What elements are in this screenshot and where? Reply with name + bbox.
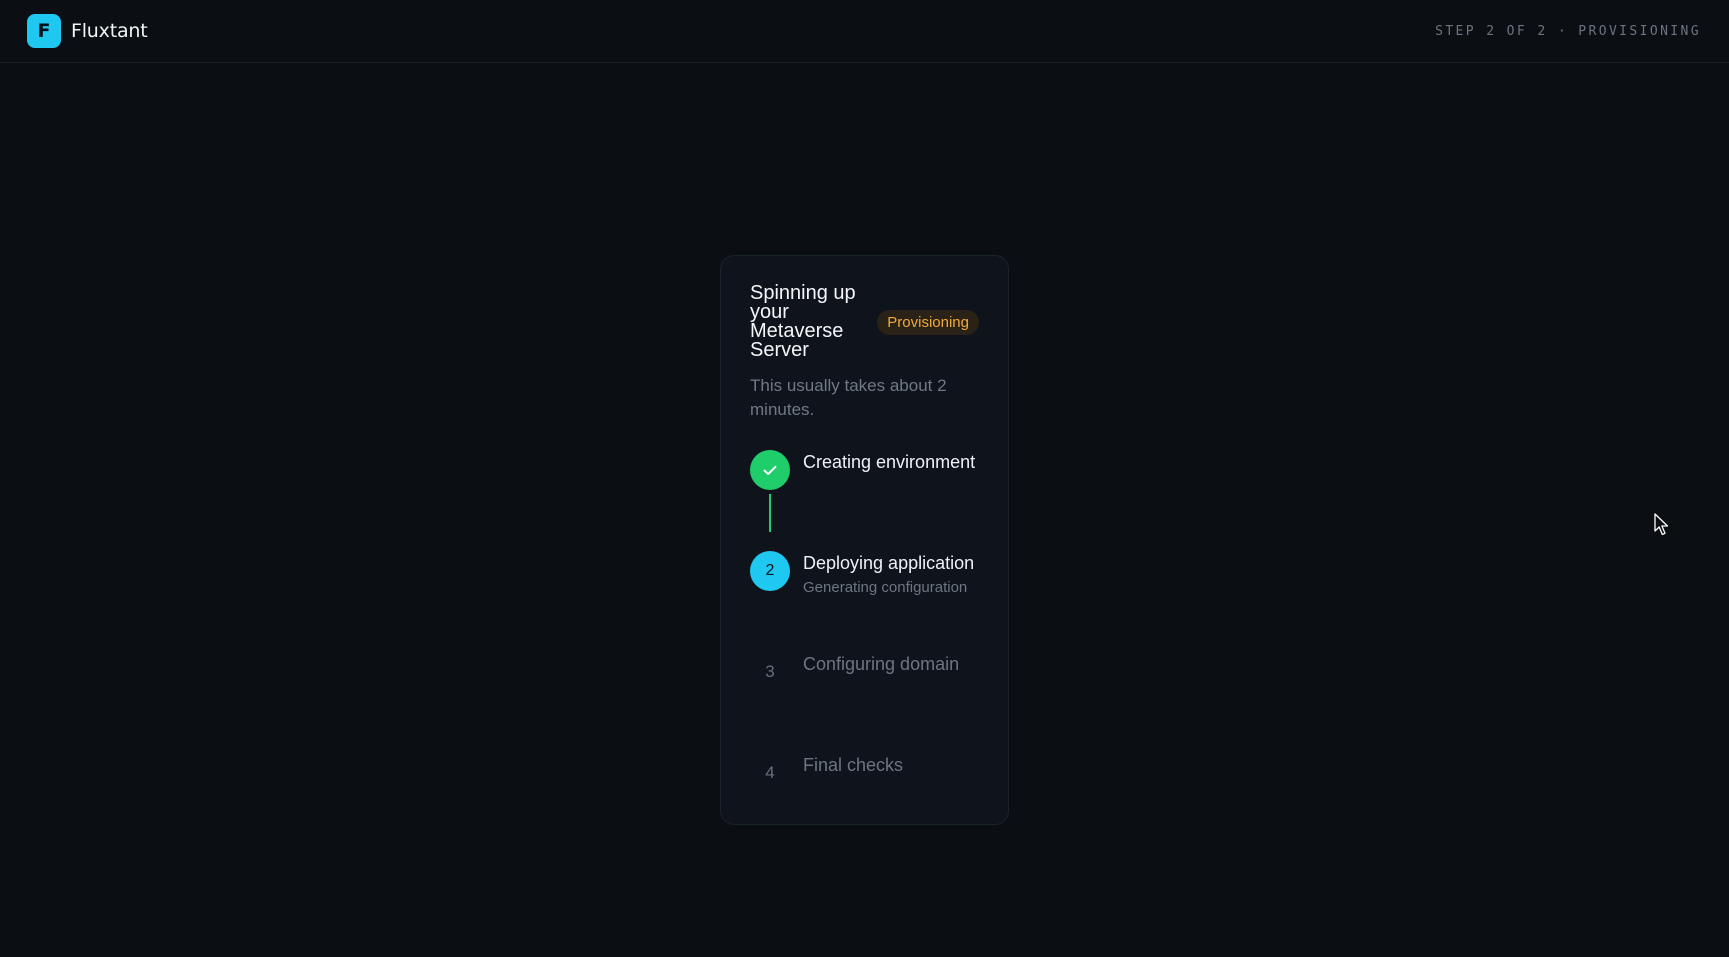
mouse-pointer-icon [1654, 513, 1669, 536]
step-creating-environment: Creating environment [750, 450, 979, 551]
step-connector [769, 494, 771, 532]
step-label: Configuring domain [803, 654, 960, 674]
brand-logo: F [27, 14, 61, 48]
provisioning-card: Spinning up your Metaverse Server Provis… [720, 255, 1009, 825]
step-number: 3 [765, 662, 775, 681]
step-label: Deploying application [803, 553, 975, 573]
step-deploying-application: 2 Deploying application Generating confi… [750, 551, 979, 652]
status-badge: Provisioning [877, 309, 979, 335]
step-label: Final checks [803, 755, 904, 775]
step-configuring-domain: 3 Configuring domain [750, 652, 979, 753]
brand[interactable]: F Fluxtant [27, 14, 148, 48]
step-list: Creating environment 2 Deploying applica… [750, 450, 979, 854]
step-number: 2 [750, 551, 790, 591]
card-header: Spinning up your Metaverse Server Provis… [750, 282, 979, 361]
step-detail: Generating configuration [803, 579, 968, 596]
step-number: 4 [765, 763, 775, 782]
step-label: Creating environment [803, 452, 976, 472]
step-final-checks: 4 Final checks [750, 753, 979, 854]
card-subtitle: This usually takes about 2 minutes. [750, 376, 947, 419]
card-title: Spinning up your Metaverse Server [750, 282, 856, 361]
brand-name: Fluxtant [71, 20, 148, 42]
step-indicator: STEP 2 OF 2 · PROVISIONING [1435, 23, 1701, 39]
check-icon [750, 450, 790, 490]
top-bar: F Fluxtant STEP 2 OF 2 · PROVISIONING [0, 0, 1729, 63]
